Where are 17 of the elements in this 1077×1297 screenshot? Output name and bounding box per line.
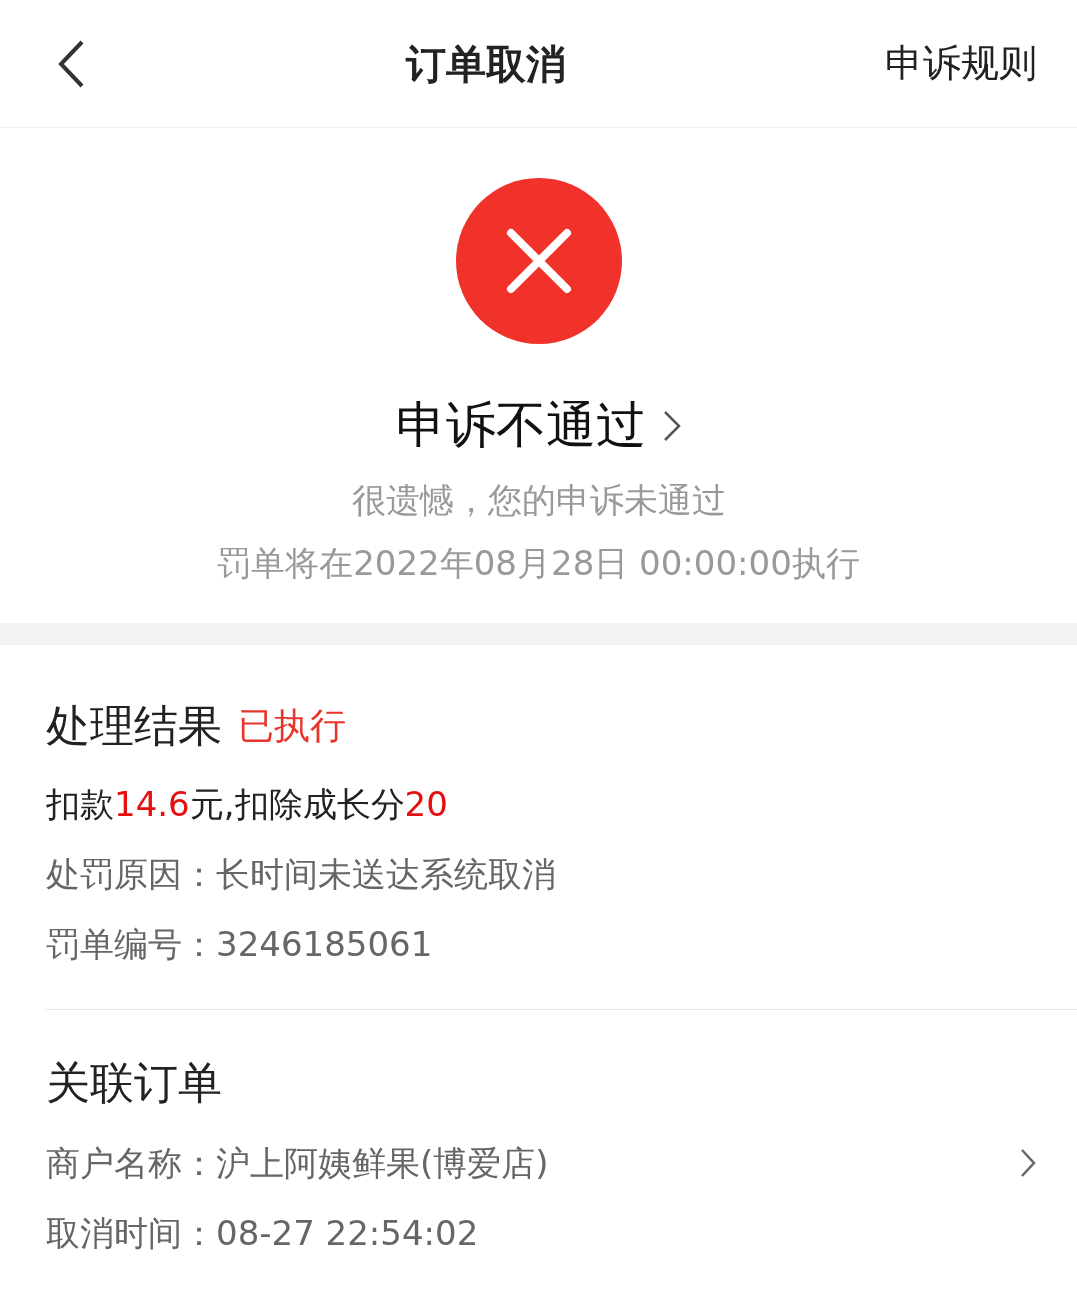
status-message: 很遗憾，您的申诉未通过	[351, 479, 726, 522]
chevron-right-icon	[661, 408, 682, 443]
appeal-rules-link[interactable]: 申诉规则	[885, 35, 1037, 92]
back-icon[interactable]	[56, 38, 86, 89]
section-heading: 处理结果	[46, 699, 222, 753]
detail-text: 处罚原因：长时间未送达系统取消	[46, 852, 556, 896]
detail-text: 取消时间：08-27 22:54:02	[46, 1211, 479, 1255]
execution-time: 罚单将在2022年08月28日 00:00:00执行	[217, 542, 860, 585]
status-title[interactable]: 申诉不通过	[395, 388, 682, 463]
merchant-row[interactable]: 商户名称：沪上阿姨鲜果(博爱店)	[46, 1128, 1077, 1198]
penalty-summary: 扣款14.6元,扣除成长分20	[46, 783, 449, 826]
error-icon	[455, 178, 622, 344]
result-status: 已执行	[238, 704, 346, 748]
chevron-right-icon	[1019, 1147, 1037, 1179]
detail-text: 罚单编号：3246185061	[46, 922, 433, 966]
section-heading: 关联订单	[46, 1056, 223, 1110]
page-title: 订单取消	[405, 39, 566, 89]
